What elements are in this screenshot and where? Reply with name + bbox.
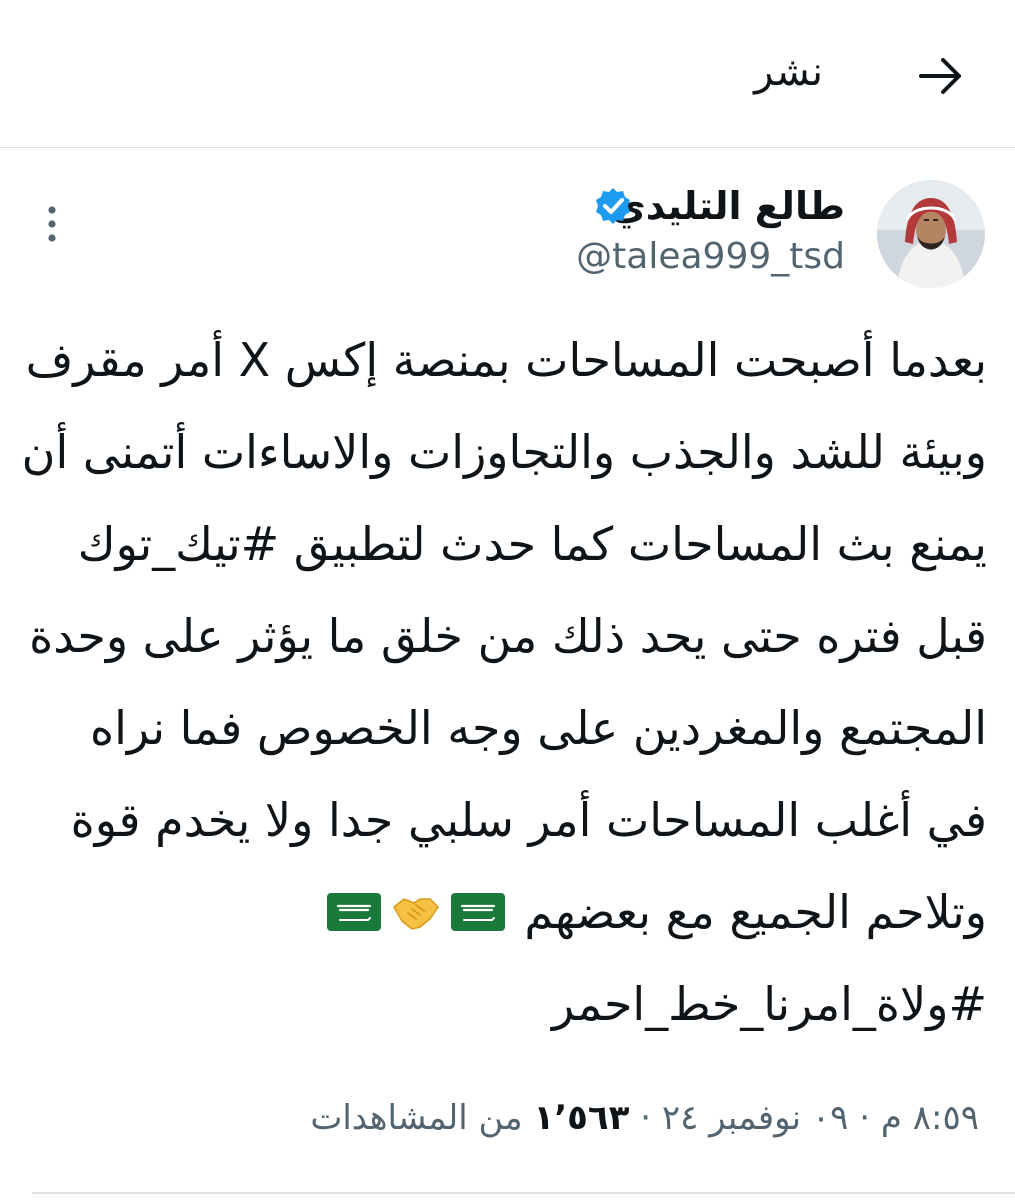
more-options-button[interactable] bbox=[36, 200, 68, 248]
views-count[interactable]: ١٬٥٦٣ bbox=[533, 1098, 629, 1138]
page-title: نشر bbox=[754, 49, 823, 95]
tweet-time[interactable]: ٨:٥٩ م bbox=[881, 1098, 979, 1138]
divider bbox=[32, 1192, 1015, 1194]
more-vertical-icon bbox=[48, 206, 56, 242]
meta-separator: · bbox=[859, 1098, 871, 1138]
tweet-line: قبل فتره حتى يحد ذلك من خلق ما يؤثر على … bbox=[29, 609, 987, 663]
hashtag-link[interactable]: #ولاة_امرنا_خط_احمر bbox=[27, 958, 987, 1050]
author-name[interactable]: طالع التليدي bbox=[611, 178, 845, 234]
tweet-line: في أغلب المساحات أمر سلبي جدا ولا يخدم ق… bbox=[70, 793, 987, 847]
arrow-right-icon bbox=[919, 58, 961, 94]
author-handle[interactable]: @talea999_tsd bbox=[576, 230, 845, 284]
views-label: من المشاهدات bbox=[310, 1098, 523, 1138]
avatar[interactable] bbox=[877, 180, 985, 288]
meta-separator: · bbox=[640, 1098, 651, 1138]
tweet-line: بعدما أصبحت المساحات بمنصة إكس X أمر مقر… bbox=[25, 333, 987, 387]
top-bar: نشر bbox=[0, 0, 1015, 148]
verified-badge-icon bbox=[596, 188, 630, 224]
tweet-date[interactable]: ٠٩ نوفمبر ٢٤ bbox=[662, 1098, 849, 1138]
tweet-text: بعدما أصبحت المساحات بمنصة إكس X أمر مقر… bbox=[21, 314, 987, 1050]
tweet-line: المجتمع والمغردين على وجه الخصوص فما نرا… bbox=[90, 701, 987, 755]
tweet-line: وبيئة للشد والجذب والتجاوزات والاساءات أ… bbox=[21, 425, 987, 479]
saudi-flag-icon bbox=[450, 892, 505, 931]
back-button[interactable] bbox=[911, 46, 971, 106]
saudi-flag-icon bbox=[326, 892, 381, 931]
tweet-line-text: وتلاحم الجميع مع بعضهم bbox=[524, 885, 987, 939]
tweet-meta: ٨:٥٩ م · ٠٩ نوفمبر ٢٤ · ١٬٥٦٣ من المشاهد… bbox=[310, 1090, 979, 1146]
tweet-line-with-hashtag[interactable]: يمنع بث المساحات كما حدث لتطبيق #تيك_توك bbox=[27, 498, 987, 590]
tweet-line-with-emojis: وتلاحم الجميع مع بعضهم bbox=[27, 866, 987, 958]
handshake-icon bbox=[392, 897, 439, 930]
